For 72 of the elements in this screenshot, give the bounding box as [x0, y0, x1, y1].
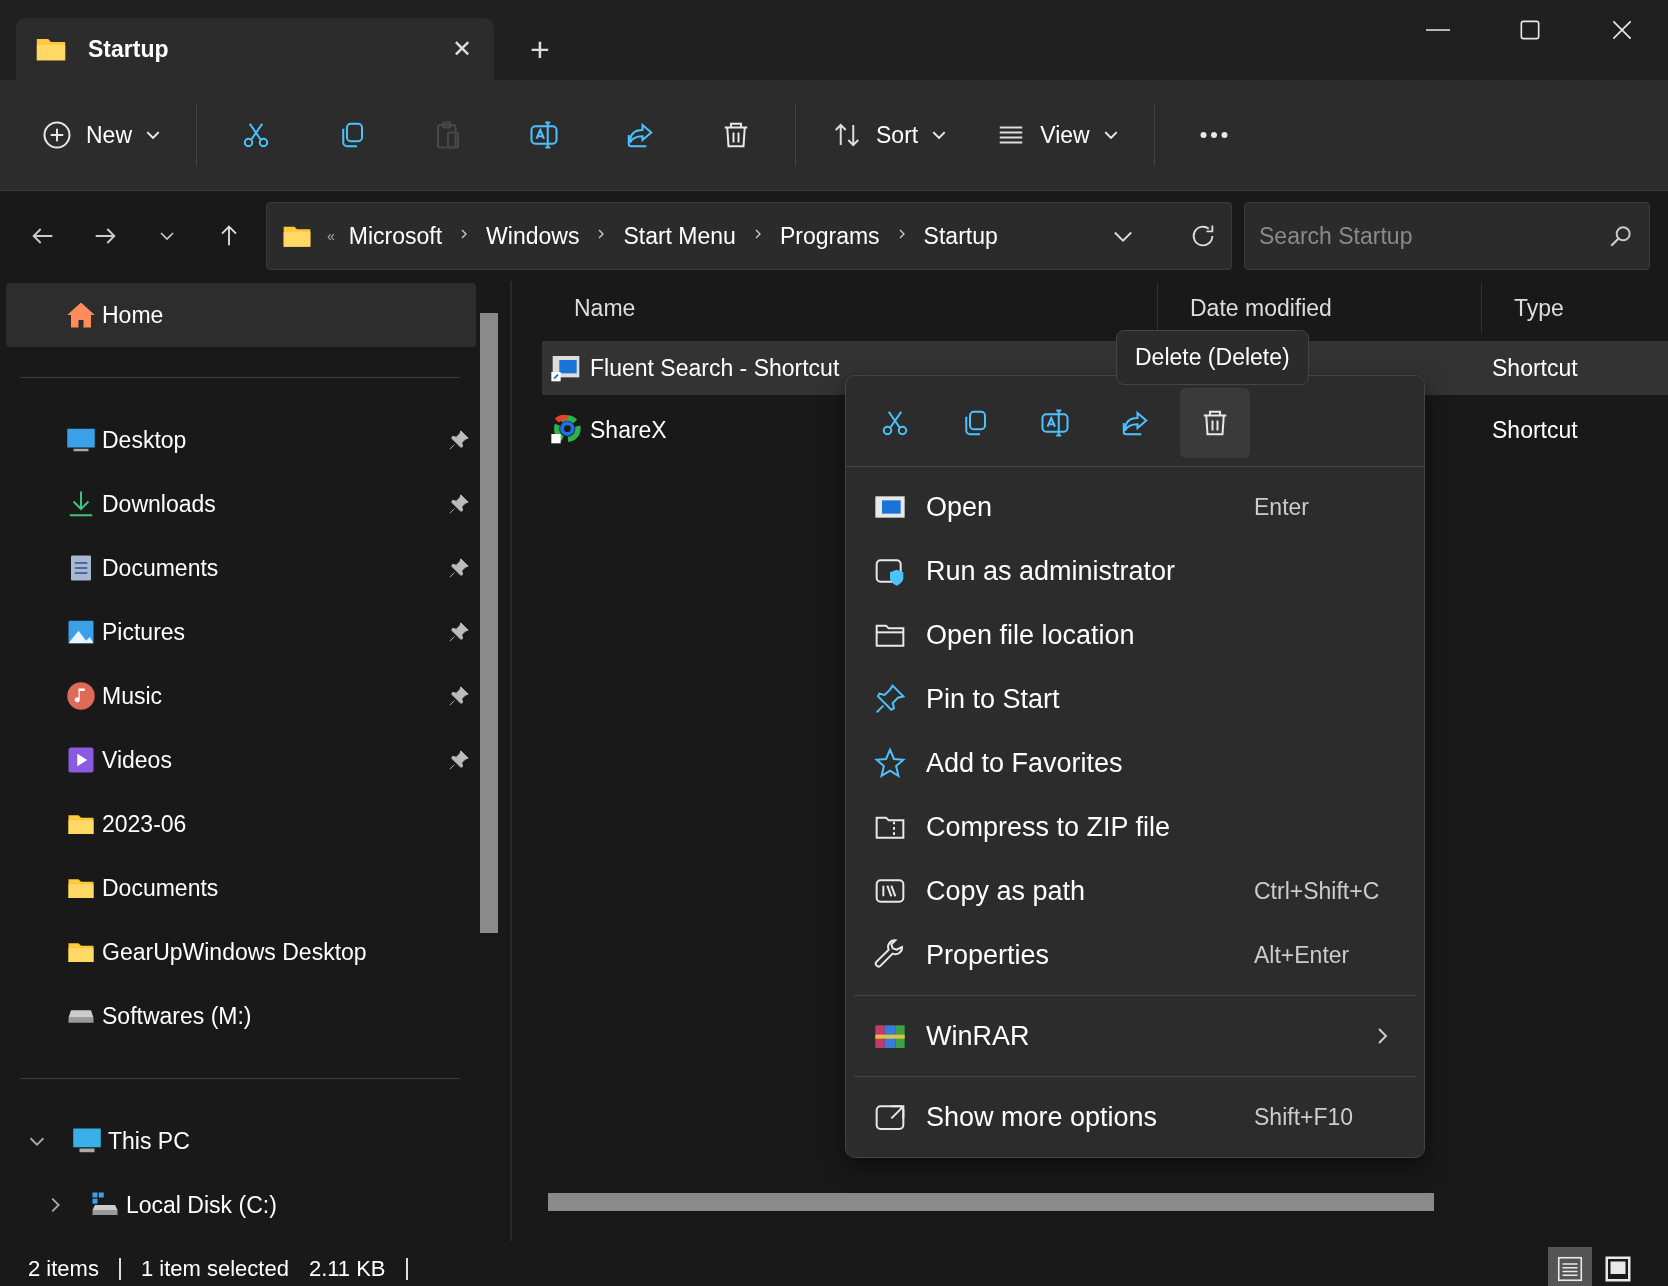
breadcrumb[interactable]: Microsoft: [348, 222, 443, 250]
video-icon: [66, 745, 96, 775]
minimize-icon: [1426, 29, 1450, 31]
status-text: 1 item selected: [140, 1256, 289, 1282]
sidebar-item[interactable]: GearUpWindows Desktop: [6, 920, 476, 984]
list-icon: [1555, 1254, 1585, 1284]
sidebar-item[interactable]: Home: [6, 283, 476, 347]
file-name: Fluent Search - Shortcut: [590, 354, 840, 382]
breadcrumb[interactable]: Start Menu: [623, 222, 736, 250]
column-header[interactable]: Date modified: [1190, 294, 1332, 322]
ring-logo-icon: [550, 414, 582, 446]
breadcrumb[interactable]: Programs: [779, 222, 880, 250]
square-icon: [1603, 1254, 1633, 1284]
pin-icon: [874, 683, 906, 715]
sidebar-item[interactable]: Downloads: [6, 472, 476, 536]
file-name: ShareX: [590, 416, 667, 444]
menu-item[interactable]: Open file location: [854, 603, 1416, 667]
plus-circle-icon: [42, 120, 72, 150]
search-field[interactable]: Search Startup: [1244, 202, 1650, 270]
house-icon: [66, 300, 96, 330]
breadcrumb[interactable]: Windows: [486, 222, 580, 250]
scrollbar-thumb[interactable]: [480, 313, 498, 933]
menu-item[interactable]: Run as administrator: [854, 539, 1416, 603]
overflow-marker: «: [327, 228, 335, 244]
menu-item[interactable]: Show more options Shift+F10: [854, 1085, 1416, 1149]
toolbar-button[interactable]: New: [20, 110, 182, 160]
drive-icon: [66, 1008, 96, 1024]
status-text: 2.11 KB: [308, 1256, 386, 1282]
address-bar[interactable]: « Microsoft Windows Start Menu Programs Startup: [266, 202, 1232, 270]
sidebar-item[interactable]: Desktop: [6, 408, 476, 472]
tab-title: Startup: [88, 35, 170, 63]
sidebar-item[interactable]: Local Disk (C:): [6, 1173, 476, 1237]
more-icon: [1198, 132, 1229, 138]
menu-item[interactable]: WinRAR: [854, 1004, 1416, 1068]
new-tab-button[interactable]: +: [524, 29, 556, 70]
sidebar-item[interactable]: Videos: [6, 728, 476, 792]
sidebar-item[interactable]: Pictures: [6, 600, 476, 664]
search-icon: [1608, 223, 1634, 249]
menu-item[interactable]: Copy as path Ctrl+Shift+C: [854, 859, 1416, 923]
star-icon: [874, 747, 906, 779]
sidebar-item[interactable]: Documents: [6, 536, 476, 600]
file-row[interactable]: ShareX Shortcut: [542, 403, 1668, 457]
close-tab-button[interactable]: ✕: [448, 31, 476, 67]
tooltip: Delete (Delete): [1116, 330, 1309, 385]
sidebar-item[interactable]: 2023-06: [6, 792, 476, 856]
file-type: Shortcut: [1491, 416, 1579, 444]
menu-item[interactable]: Properties Alt+Enter: [854, 923, 1416, 987]
column-header[interactable]: Type: [1514, 294, 1564, 322]
status-text: 2 items: [28, 1256, 99, 1282]
toolbar-button[interactable]: View: [974, 110, 1140, 160]
sidebar-item[interactable]: Softwares (M:): [6, 984, 476, 1048]
tab[interactable]: Startup ✕: [16, 18, 494, 80]
rename-icon: [529, 120, 559, 150]
music-note-icon: [66, 681, 96, 711]
menu-item[interactable]: Open Enter: [854, 475, 1416, 539]
breadcrumb[interactable]: Startup: [923, 222, 998, 250]
sidebar-item[interactable]: This PC: [6, 1109, 476, 1173]
toolbar-button[interactable]: Sort: [810, 110, 969, 160]
rename-icon: [1040, 408, 1070, 438]
sidebar-item[interactable]: Music: [6, 664, 476, 728]
details-view-button[interactable]: [1548, 1247, 1592, 1286]
menu-item[interactable]: Add to Favorites: [854, 731, 1416, 795]
quick-action-button[interactable]: [1180, 388, 1250, 458]
scissors-icon: [241, 120, 271, 150]
menu-item[interactable]: Pin to Start: [854, 667, 1416, 731]
wrench-icon: [874, 939, 906, 971]
file-type: Shortcut: [1491, 354, 1579, 382]
column-header[interactable]: Name: [574, 294, 636, 322]
scrollbar-thumb[interactable]: [548, 1193, 1434, 1211]
scissors-icon: [880, 408, 910, 438]
menu-item[interactable]: Compress to ZIP file: [854, 795, 1416, 859]
sidebar-item[interactable]: Documents: [6, 856, 476, 920]
